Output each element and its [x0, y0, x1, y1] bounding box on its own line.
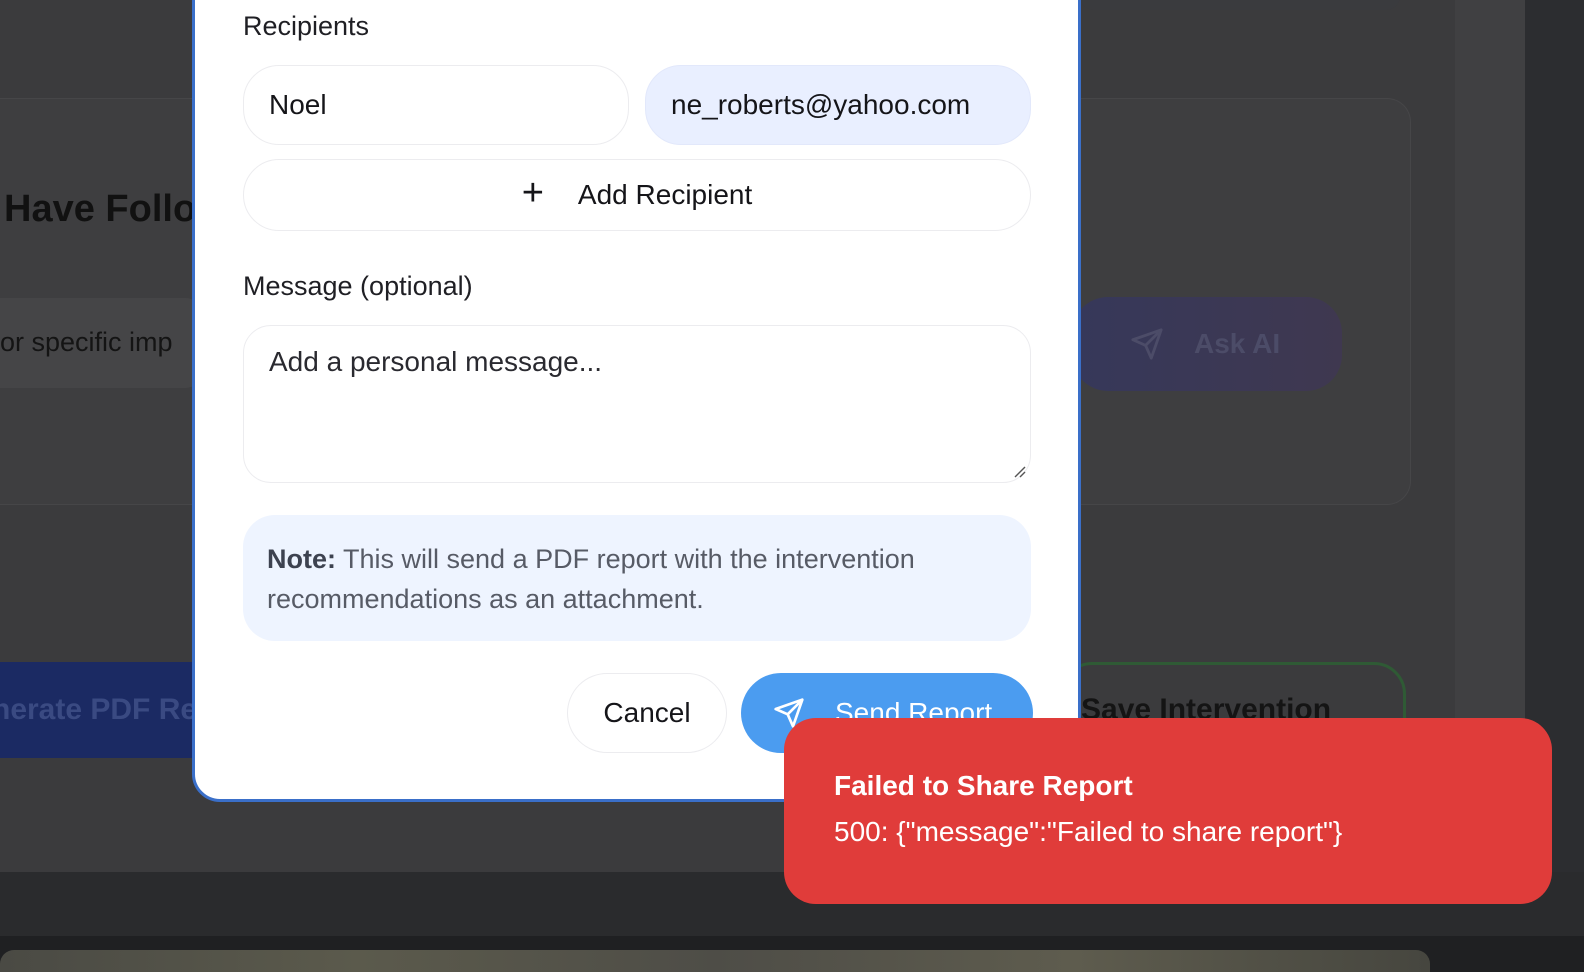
message-placeholder: Add a personal message...	[269, 346, 603, 377]
ask-ai-button[interactable]: Ask AI	[1072, 297, 1342, 391]
message-textarea[interactable]: Add a personal message...	[243, 325, 1031, 483]
toast-message: 500: {"message":"Failed to share report"…	[834, 816, 1343, 847]
ask-ai-label: Ask AI	[1194, 328, 1281, 359]
cancel-button[interactable]: Cancel	[567, 673, 727, 753]
note-text: This will send a PDF report with the int…	[267, 544, 915, 614]
resize-handle-icon[interactable]	[1012, 464, 1026, 478]
add-recipient-button[interactable]: + Add Recipient	[243, 159, 1031, 231]
share-report-dialog: Recipients Noel ne_roberts@yahoo.com + A…	[192, 0, 1081, 802]
taskbar-strip	[0, 950, 1430, 972]
note-bold: Note:	[267, 544, 336, 574]
send-icon	[1131, 328, 1163, 360]
background-top-card	[1080, 0, 1400, 10]
message-label: Message (optional)	[243, 271, 473, 301]
recipient-email-field[interactable]: ne_roberts@yahoo.com	[645, 65, 1031, 145]
background-input-text: or specific imp	[0, 327, 173, 357]
generate-pdf-button[interactable]: nerate PDF Re	[0, 662, 200, 758]
error-toast[interactable]: Failed to Share Report 500: {"message":"…	[784, 718, 1552, 904]
recipient-name-field[interactable]: Noel	[243, 65, 629, 145]
note-box: Note: This will send a PDF report with t…	[243, 515, 1031, 641]
toast-title: Failed to Share Report	[834, 770, 1133, 801]
generate-pdf-label: nerate PDF Re	[0, 693, 198, 726]
background-heading: Have Follo	[4, 188, 197, 230]
plus-icon: +	[521, 172, 544, 214]
add-recipient-label: Add Recipient	[577, 179, 753, 210]
recipients-label: Recipients	[243, 11, 370, 41]
